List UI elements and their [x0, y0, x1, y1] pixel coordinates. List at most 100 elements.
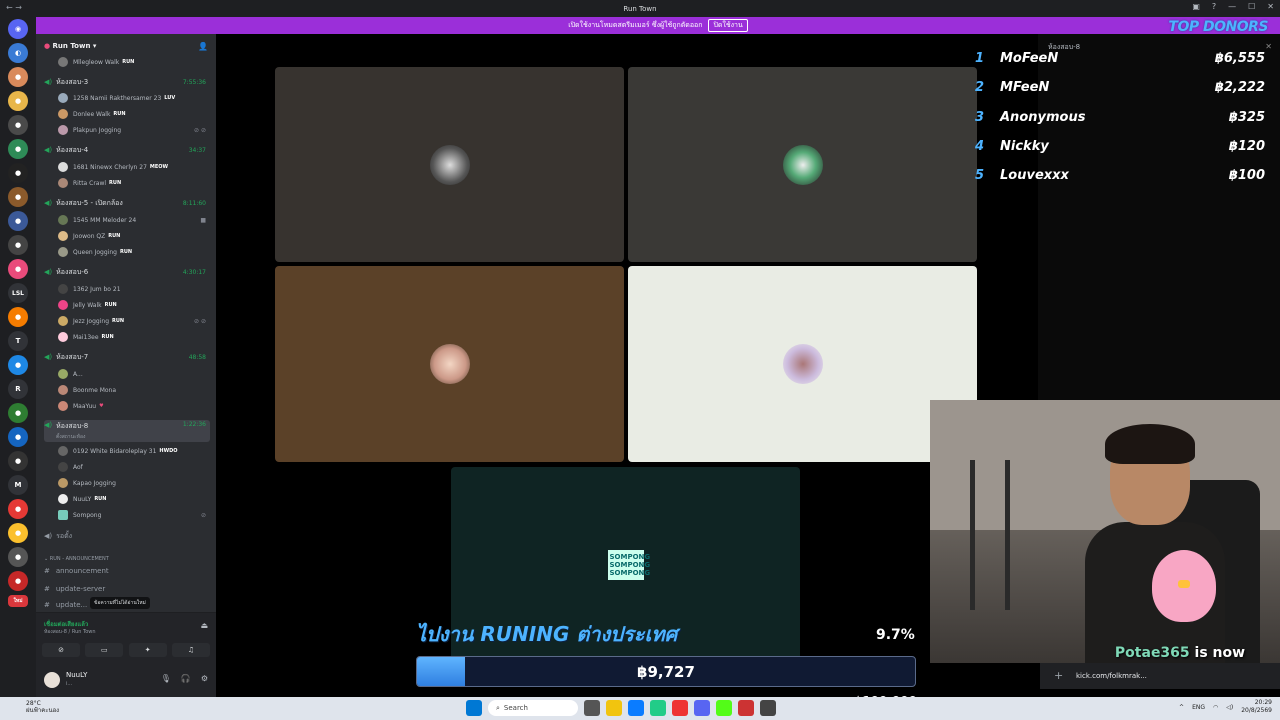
server-icon[interactable]: LSL [8, 283, 28, 303]
disconnect-icon[interactable]: ⏏ [200, 621, 208, 630]
start-icon[interactable] [466, 700, 482, 716]
server-icon[interactable]: ● [8, 187, 28, 207]
voice-member[interactable]: Queen Jogging RUN [58, 246, 210, 258]
wifi-icon[interactable]: ◠ [1213, 704, 1218, 711]
server-icon[interactable]: ● [8, 67, 28, 87]
voice-member[interactable]: MaaYuu ♥ [58, 400, 210, 412]
screen-share-button[interactable]: ▭ [85, 643, 124, 657]
banner-disable-button[interactable]: ปิดใช้งาน [708, 19, 748, 32]
close-icon[interactable]: ✕ [1267, 2, 1274, 11]
server-icon[interactable]: ● [8, 307, 28, 327]
app-icon[interactable] [738, 700, 754, 716]
server-icon[interactable]: ● [8, 163, 28, 183]
voice-member[interactable]: Jelly Walk RUN [58, 299, 210, 311]
server-icon[interactable]: ● [8, 211, 28, 231]
voice-channel[interactable]: ◀) ห้องสอบ-3 7:55:36 [44, 76, 210, 88]
server-icon[interactable]: ● [8, 139, 28, 159]
camera-off-button[interactable]: ⊘ [42, 643, 80, 657]
server-icon[interactable]: ◐ [8, 43, 28, 63]
voice-channel[interactable]: ◀) ห้องสอบ-7 48:58 [44, 351, 210, 363]
server-icon[interactable]: ● [8, 451, 28, 471]
minimize-icon[interactable]: — [1228, 2, 1236, 11]
mic-icon[interactable]: 🎙 [161, 674, 171, 683]
task-view-icon[interactable] [584, 700, 600, 716]
server-name[interactable]: ● Run Town ▾ [44, 42, 96, 50]
video-tile[interactable] [275, 67, 624, 262]
tray-chevron-icon[interactable]: ^ [1179, 704, 1184, 711]
voice-member[interactable]: 1681 Ninewx Cherlyn 27 MEOW [58, 161, 210, 173]
discord-icon[interactable] [694, 700, 710, 716]
app-icon[interactable] [650, 700, 666, 716]
voice-member[interactable]: Boonme Mona [58, 384, 210, 396]
activities-button[interactable]: ✦ [128, 643, 167, 657]
settings-gear-icon[interactable]: ⚙ [201, 674, 208, 683]
server-icon[interactable]: ● [8, 259, 28, 279]
voice-channel[interactable]: ◀) รอตั้ง [44, 530, 210, 542]
voice-member[interactable]: NuuLY RUN [58, 493, 210, 505]
server-icon[interactable]: M [8, 475, 28, 495]
voice-member[interactable]: Sompong ⊘ [58, 509, 210, 521]
voice-member[interactable]: Ritta Crawl RUN [58, 177, 210, 189]
url-text[interactable]: kick.com/folkmrak... [1076, 672, 1147, 680]
voice-member[interactable]: Mllegleow Walk RUN [58, 56, 210, 68]
title-bar: ← → Run Town ▣ ? — ☐ ✕ [0, 0, 1280, 17]
voice-member[interactable]: Plakpun Jogging ⊘ ⊘ [58, 124, 210, 136]
soundboard-button[interactable]: ♫ [171, 643, 210, 657]
voice-channel[interactable]: ◀) ห้องสอบ-4 34:37 [44, 144, 210, 156]
edge-icon[interactable] [628, 700, 644, 716]
video-tile[interactable] [628, 266, 977, 462]
text-channel[interactable]: # update-server [44, 585, 105, 593]
server-icon[interactable]: ● [8, 115, 28, 135]
voice-member[interactable]: 1362 Jum bo 21 [58, 283, 210, 295]
voice-member[interactable]: 1258 Namii Rakthersamer 23 LUV [58, 92, 210, 104]
voice-member[interactable]: A... [58, 368, 210, 380]
server-icon[interactable]: T [8, 331, 28, 351]
maximize-icon[interactable]: ☐ [1248, 2, 1255, 11]
video-tile[interactable] [275, 266, 624, 462]
headset-icon[interactable]: 🎧 [181, 674, 191, 683]
voice-member[interactable]: Mai13ee RUN [58, 331, 210, 343]
server-icon[interactable]: ● [8, 571, 28, 591]
volume-icon[interactable]: ◁) [1226, 704, 1233, 711]
server-icon[interactable]: ● [8, 403, 28, 423]
voice-member[interactable]: Donlee Walk RUN [58, 108, 210, 120]
donor-row: 3 Anonymous ฿325 [975, 110, 1265, 125]
voice-member[interactable]: 1545 MM Meloder 24 ■ [58, 214, 210, 226]
voice-channel[interactable]: ◀) ห้องสอบ-6 4:30:17 [44, 266, 210, 278]
username[interactable]: NuuLY [66, 671, 87, 679]
new-tab-icon[interactable]: + [1054, 669, 1063, 682]
discord-home-icon[interactable]: ◉ [8, 19, 28, 39]
voice-member[interactable]: 0192 White Bidaroleplay 31 HWDO [58, 445, 210, 457]
avatar[interactable] [44, 672, 60, 688]
voice-channel[interactable]: ◀) ห้องสอบ-5 - เปิดกล้อง 8:11:60 [44, 197, 210, 209]
voice-member[interactable]: Jezz Jogging RUN ⊘ ⊘ [58, 315, 210, 327]
voice-member[interactable]: Aof [58, 461, 210, 473]
server-icon[interactable]: R [8, 379, 28, 399]
video-tile[interactable] [628, 67, 977, 262]
server-icon[interactable]: ● [8, 355, 28, 375]
add-member-icon[interactable]: 👤 [198, 42, 208, 51]
server-icon[interactable]: ● [8, 499, 28, 519]
voice-member[interactable]: Joowon QZ RUN [58, 230, 210, 242]
help-icon[interactable]: ? [1212, 2, 1216, 11]
inbox-icon[interactable]: ▣ [1192, 2, 1200, 11]
server-icon[interactable]: ● [8, 235, 28, 255]
close-icon[interactable]: ✕ [1265, 42, 1272, 51]
voice-member[interactable]: Kapao Jogging [58, 477, 210, 489]
voice-location[interactable]: ห้องสอบ-8 / Run Town [44, 628, 96, 636]
server-icon[interactable]: ● [8, 547, 28, 567]
language-indicator[interactable]: ENG [1192, 704, 1205, 711]
file-explorer-icon[interactable] [606, 700, 622, 716]
clock[interactable]: 20:29 20/8/2569 [1241, 699, 1272, 715]
server-icon[interactable]: ● [8, 427, 28, 447]
kick-icon[interactable] [716, 700, 732, 716]
search-box[interactable]: ⌕ Search [488, 700, 578, 716]
chrome-icon[interactable] [672, 700, 688, 716]
category-header[interactable]: ⌄ RUN - ANNOUNCEMENT [44, 556, 109, 562]
server-icon[interactable]: ● [8, 91, 28, 111]
text-channel[interactable]: # announcement [44, 567, 109, 575]
app-icon[interactable] [760, 700, 776, 716]
weather-widget[interactable]: 28°C ฝนฟ้าคะนอง [26, 700, 59, 714]
server-icon[interactable]: ● [8, 523, 28, 543]
text-channel[interactable]: # update... [44, 601, 87, 609]
